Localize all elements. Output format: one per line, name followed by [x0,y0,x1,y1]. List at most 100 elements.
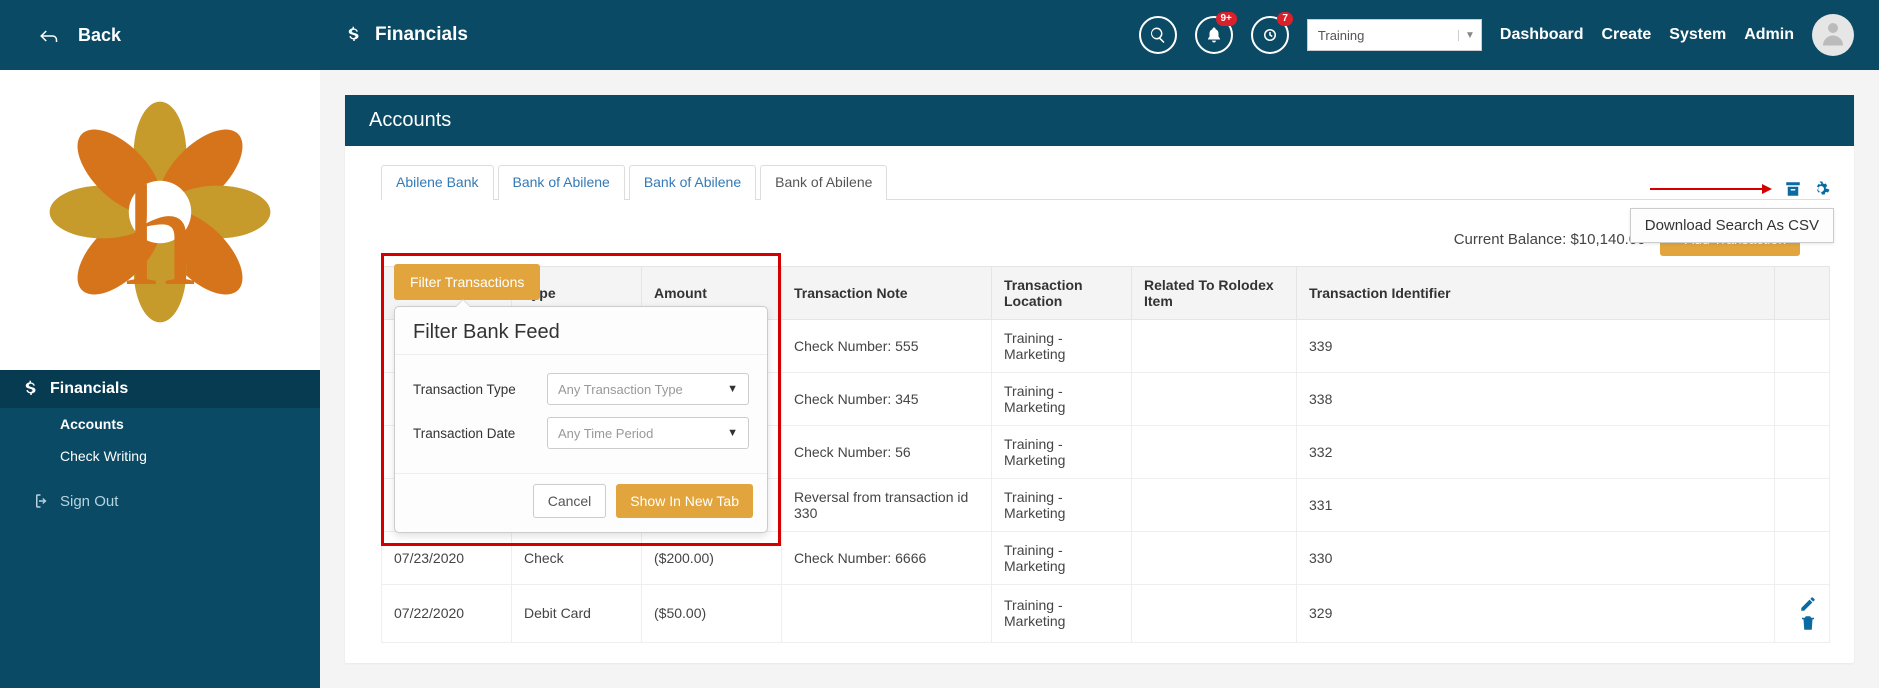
chevron-down-icon: ▼ [727,383,738,395]
filter-popover-annotation: Filter Transactions Filter Bank Feed Tra… [381,253,781,546]
cell-date: 07/22/2020 [382,585,512,643]
cell-note [782,585,992,643]
cell-location: Training - Marketing [992,585,1132,643]
panel-action-icons: Download Search As CSV [1650,178,1830,199]
filter-transactions-button[interactable]: Filter Transactions [394,264,540,300]
sidebar-sub-check-writing[interactable]: Check Writing [0,440,320,472]
tabs-row: Abilene Bank Bank of Abilene Bank of Abi… [345,146,1854,199]
tab-bank-of-abilene-2[interactable]: Bank of Abilene [629,165,756,200]
cell-related [1132,532,1297,585]
dollar-icon [345,24,363,46]
clock-icon [1261,26,1279,44]
user-icon [1818,18,1848,53]
popover-footer: Cancel Show In New Tab [395,474,767,532]
bell-icon [1205,26,1223,44]
select-placeholder: Any Time Period [558,426,653,441]
popover-body: Transaction Type Any Transaction Type ▼ … [395,354,767,474]
cell-location: Training - Marketing [992,532,1132,585]
topbar-left: Back [0,0,320,70]
signout-label: Sign Out [60,493,118,510]
cell-note: Check Number: 345 [782,373,992,426]
cell-related [1132,373,1297,426]
module-title: Financials [345,24,468,46]
cell-related [1132,585,1297,643]
th-note[interactable]: Transaction Note [782,267,992,320]
notifications-button[interactable]: 9+ [1195,16,1233,54]
layout: h Financials Accounts Check Writing [0,70,1879,688]
signout-link[interactable]: Sign Out [0,472,320,510]
annotation-arrow-icon [1650,188,1770,190]
th-related[interactable]: Related To Rolodex Item [1132,267,1297,320]
avatar[interactable] [1812,14,1854,56]
panel-body: Filter Transactions Filter Bank Feed Tra… [345,200,1854,663]
delete-icon[interactable] [1799,613,1817,629]
nav-system[interactable]: System [1669,26,1726,44]
activity-badge: 7 [1277,12,1293,26]
cell-related [1132,320,1297,373]
th-actions [1775,267,1830,320]
logo: h [0,70,320,370]
cell-related [1132,479,1297,532]
current-balance-label: Current Balance: $10,140.00 [1454,231,1646,248]
cell-location: Training - Marketing [992,373,1132,426]
cell-type: Debit Card [512,585,642,643]
brand-logo-icon: h [40,98,280,343]
filter-popover: Filter Bank Feed Transaction Type Any Tr… [394,306,768,533]
cell-actions [1775,426,1830,479]
cell-note: Check Number: 56 [782,426,992,479]
cell-identifier: 339 [1297,320,1775,373]
cell-note: Check Number: 6666 [782,532,992,585]
sidebar-sub-accounts[interactable]: Accounts [0,408,320,440]
cell-location: Training - Marketing [992,320,1132,373]
sidebar-item-financials[interactable]: Financials [0,370,320,408]
sidebar-sub-label: Accounts [60,416,124,432]
sidebar-sub-label: Check Writing [60,448,147,464]
notification-badge: 9+ [1216,12,1237,26]
sidebar: h Financials Accounts Check Writing [0,70,320,688]
show-in-new-tab-button[interactable]: Show In New Tab [616,484,753,518]
dollar-icon [22,380,40,398]
module-title-text: Financials [375,24,468,46]
sidebar-item-label: Financials [50,380,128,398]
edit-icon[interactable] [1799,595,1817,611]
cell-actions [1775,373,1830,426]
back-arrow-icon[interactable] [40,22,58,48]
table-row[interactable]: 07/22/2020Debit Card($50.00)Training - M… [382,585,1830,643]
transaction-date-select[interactable]: Any Time Period ▼ [547,417,749,449]
nav-dashboard[interactable]: Dashboard [1500,26,1584,44]
nav-admin[interactable]: Admin [1744,26,1794,44]
cell-actions [1775,479,1830,532]
cell-actions [1775,585,1830,643]
search-icon [1149,26,1167,44]
th-identifier[interactable]: Transaction Identifier [1297,267,1775,320]
tab-bank-of-abilene-3[interactable]: Bank of Abilene [760,165,887,200]
popover-title: Filter Bank Feed [395,307,767,354]
back-button[interactable]: Back [78,25,121,46]
cell-location: Training - Marketing [992,426,1132,479]
topbar: Back Financials 9+ [0,0,1879,70]
search-button[interactable] [1139,16,1177,54]
csv-tooltip: Download Search As CSV [1630,208,1834,243]
topbar-actions: 9+ 7 Training ▼ Dashboard Create System … [1139,14,1854,56]
tab-abilene-bank[interactable]: Abilene Bank [381,165,494,200]
org-select[interactable]: Training ▼ [1307,19,1482,51]
chevron-down-icon: ▼ [1458,30,1475,41]
tab-bank-of-abilene-1[interactable]: Bank of Abilene [498,165,625,200]
cancel-button[interactable]: Cancel [533,484,607,518]
cell-identifier: 332 [1297,426,1775,479]
filter-row-date: Transaction Date Any Time Period ▼ [413,417,749,449]
transaction-type-select[interactable]: Any Transaction Type ▼ [547,373,749,405]
account-tabs: Abilene Bank Bank of Abilene Bank of Abi… [381,164,887,199]
cell-identifier: 330 [1297,532,1775,585]
nav-create[interactable]: Create [1601,26,1651,44]
chevron-down-icon: ▼ [727,427,738,439]
archive-icon[interactable] [1784,178,1802,199]
th-location[interactable]: Transaction Location [992,267,1132,320]
gear-icon[interactable] [1812,178,1830,199]
cell-actions [1775,532,1830,585]
transaction-date-label: Transaction Date [413,426,533,441]
signout-icon [30,492,48,510]
cell-note: Check Number: 555 [782,320,992,373]
activity-button[interactable]: 7 [1251,16,1289,54]
cell-identifier: 338 [1297,373,1775,426]
